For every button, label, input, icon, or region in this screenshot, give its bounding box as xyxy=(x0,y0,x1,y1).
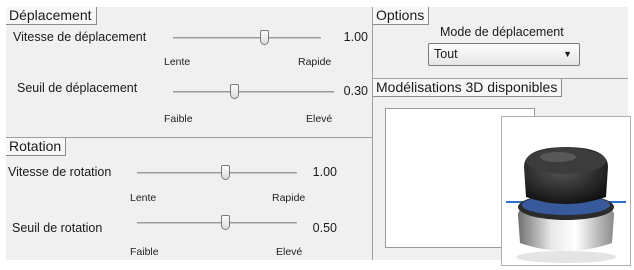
displacement-speed-min-label: Lente xyxy=(164,56,191,68)
rotation-speed-slider-thumb[interactable] xyxy=(220,165,230,180)
rotation-speed-slider-track[interactable] xyxy=(137,172,297,174)
rotation-threshold-label: Seuil de rotation xyxy=(12,221,103,235)
rotation-speed-value: 1.00 xyxy=(312,165,337,179)
displacement-speed-value: 1.00 xyxy=(343,30,368,44)
rotation-threshold-slider-thumb[interactable] xyxy=(220,215,230,230)
displacement-speed-slider-track[interactable] xyxy=(173,37,321,39)
rotation-threshold-max-label: Elevé xyxy=(276,246,303,258)
rotation-speed-label: Vitesse de rotation xyxy=(8,165,112,179)
rotation-group-title: Rotation xyxy=(6,138,67,156)
models-group-title: Modélisations 3D disponibles xyxy=(373,79,563,97)
displacement-threshold-value: 0.30 xyxy=(343,84,368,98)
options-group: Options Mode de déplacement Tout ▼ xyxy=(373,7,628,78)
3d-mouse-device-image xyxy=(506,147,626,263)
displacement-threshold-min-label: Faible xyxy=(164,113,193,125)
displacement-group-title: Déplacement xyxy=(6,7,97,25)
displacement-threshold-label: Seuil de déplacement xyxy=(17,81,138,95)
options-group-title: Options xyxy=(373,7,430,25)
device-image-frame xyxy=(501,116,631,266)
displacement-speed-slider-thumb[interactable] xyxy=(260,30,270,45)
displacement-speed-max-label: Rapide xyxy=(298,56,332,68)
movement-mode-selected-value: Tout xyxy=(434,47,458,61)
rotation-group: Rotation Vitesse de rotation 1.00 Lente … xyxy=(6,138,372,260)
rotation-threshold-slider-track[interactable] xyxy=(137,222,297,224)
displacement-threshold-slider-thumb[interactable] xyxy=(229,84,239,99)
displacement-group: Déplacement Vitesse de déplacement 1.00 … xyxy=(6,7,372,137)
rotation-threshold-value: 0.50 xyxy=(312,221,337,235)
movement-mode-label: Mode de déplacement xyxy=(440,25,564,39)
displacement-threshold-max-label: Elevé xyxy=(306,113,333,125)
displacement-speed-label: Vitesse de déplacement xyxy=(13,30,147,44)
movement-mode-select[interactable]: Tout ▼ xyxy=(428,43,580,66)
rotation-speed-max-label: Rapide xyxy=(272,192,306,204)
displacement-threshold-slider-track[interactable] xyxy=(173,91,334,93)
chevron-down-icon[interactable]: ▼ xyxy=(563,49,572,59)
rotation-threshold-min-label: Faible xyxy=(130,246,159,258)
rotation-speed-min-label: Lente xyxy=(130,192,157,204)
